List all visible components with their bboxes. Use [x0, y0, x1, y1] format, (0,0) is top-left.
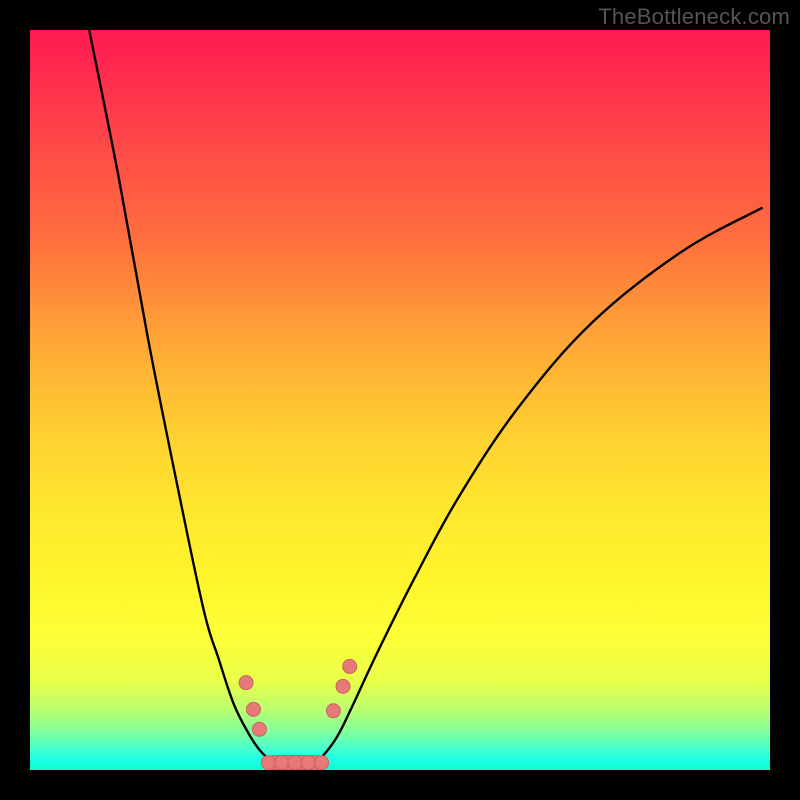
right-marker-2: [336, 679, 350, 693]
left-marker-3: [252, 722, 266, 736]
valley-marker-4: [301, 756, 315, 770]
outer-frame: TheBottleneck.com: [0, 0, 800, 800]
valley-marker-3: [288, 756, 302, 770]
valley-marker-5: [315, 756, 329, 770]
right-marker-3: [343, 659, 357, 673]
valley-marker-2: [275, 756, 289, 770]
marker-layer: [239, 659, 357, 769]
valley-marker-1: [261, 756, 275, 770]
bottleneck-curve: [89, 30, 762, 764]
left-marker-2: [246, 702, 260, 716]
plot-area: [30, 30, 770, 770]
watermark-text: TheBottleneck.com: [598, 4, 790, 30]
left-marker-1: [239, 676, 253, 690]
right-marker-1: [326, 704, 340, 718]
curve-layer: [89, 30, 762, 764]
chart-svg: [30, 30, 770, 770]
